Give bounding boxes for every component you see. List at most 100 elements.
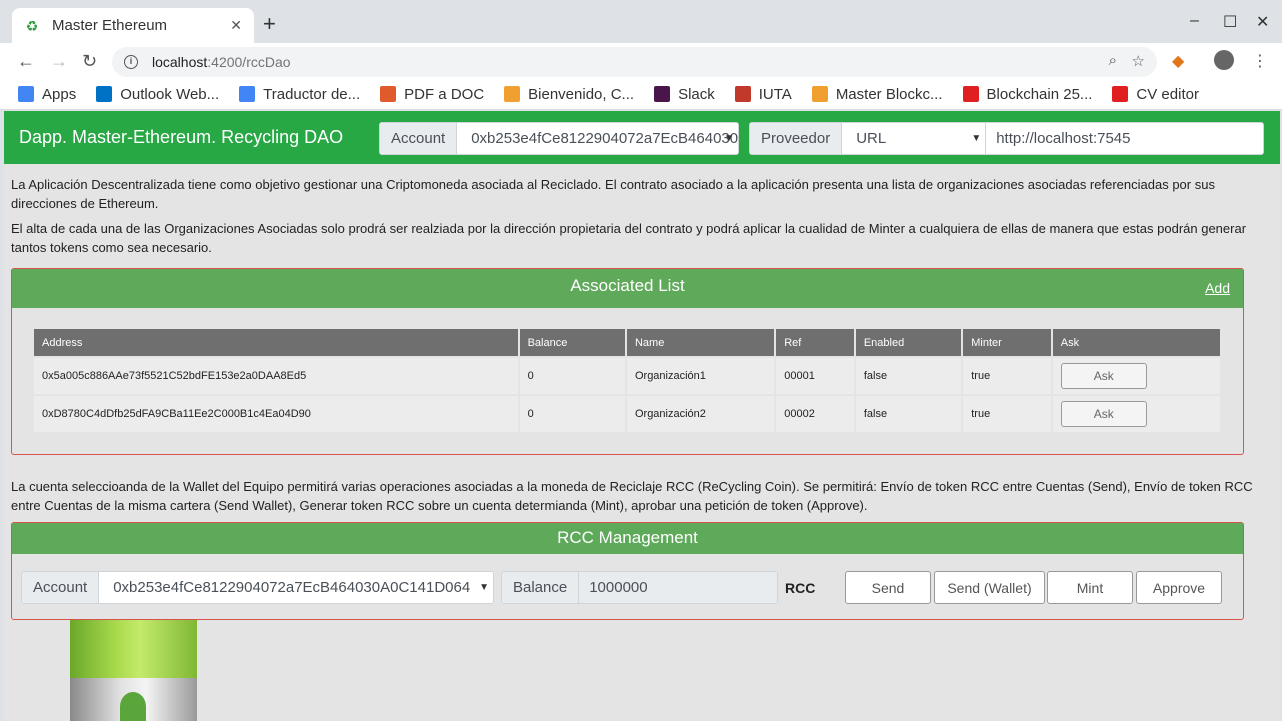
- provider-select[interactable]: URL ▼: [842, 123, 987, 154]
- cell-enabled: false: [855, 356, 962, 394]
- ask-button[interactable]: Ask: [1060, 401, 1147, 427]
- bookmark-icon: [504, 86, 521, 102]
- bookmark-label: IUTA: [758, 85, 792, 103]
- account-value: 0xb253e4fCe8122904072a7EcB464030A0C141D0…: [471, 130, 738, 147]
- metamask-icon[interactable]: ◆: [1172, 51, 1184, 71]
- chevron-down-icon: ▼: [724, 133, 734, 144]
- maximize-icon[interactable]: ☐: [1223, 12, 1237, 32]
- rcc-account-value: 0xb253e4fCe8122904072a7EcB464030A0C141D0…: [113, 579, 471, 596]
- minimize-icon[interactable]: –: [1190, 12, 1199, 30]
- provider-label: Proveedor: [750, 123, 843, 154]
- app-title: Dapp. Master-Ethereum. Recycling DAO: [19, 127, 344, 147]
- cell-balance: 0: [519, 356, 625, 394]
- cell-name: Organización2: [626, 394, 775, 432]
- bookmark-icon: [654, 86, 671, 102]
- provider-url-input[interactable]: http://localhost:7545: [986, 123, 1263, 154]
- bookmark-item[interactable]: Blockchain 25...: [962, 85, 1093, 103]
- bookmark-icon: [1112, 86, 1129, 102]
- bookmark-label: CV editor: [1136, 85, 1199, 103]
- bookmarks-bar: Apps Outlook Web... Traductor de... PDF a D…: [0, 79, 1282, 110]
- bookmark-icon: [18, 86, 34, 102]
- bookmark-label: Blockchain 25...: [986, 85, 1093, 103]
- browser-toolbar: ← → ↻ i localhost:4200/rccDao ⌕ ☆ ◆ ⋮: [0, 43, 1282, 79]
- info-icon[interactable]: i: [124, 55, 138, 69]
- provider-value: URL: [856, 130, 887, 147]
- rcc-account-select[interactable]: 0xb253e4fCe8122904072a7EcB464030A0C141D0…: [99, 572, 493, 603]
- bookmark-icon: [962, 86, 979, 102]
- bookmark-item[interactable]: Apps: [18, 86, 76, 103]
- rcc-balance-group: Balance 1000000: [501, 571, 778, 604]
- bookmark-item[interactable]: Outlook Web...: [96, 86, 219, 103]
- bookmark-label: Master Blockc...: [835, 85, 943, 103]
- cell-ask: Ask: [1052, 356, 1220, 394]
- chevron-down-icon: ▼: [971, 133, 982, 144]
- bookmark-icon: [734, 86, 751, 102]
- approve-button[interactable]: Approve: [1136, 571, 1222, 604]
- forward-icon[interactable]: →: [50, 51, 68, 71]
- bookmark-icon: [239, 86, 256, 102]
- column-header: Balance: [519, 329, 625, 356]
- table-row: 0xD8780C4dDfb25dFA9CBa11Ee2C000B1c4Ea04D…: [34, 394, 1220, 432]
- url-text: localhost:4200/rccDao: [152, 54, 291, 70]
- cell-minter: true: [963, 356, 1051, 394]
- column-header: Enabled: [855, 329, 962, 356]
- window-close-icon[interactable]: ✕: [1256, 12, 1269, 32]
- bookmark-item[interactable]: IUTA: [734, 85, 792, 103]
- ask-button[interactable]: Ask: [1060, 363, 1147, 389]
- column-header: Name: [626, 329, 775, 356]
- new-tab-icon[interactable]: +: [263, 12, 276, 36]
- bookmark-item[interactable]: CV editor: [1112, 86, 1199, 103]
- bookmark-label: Traductor de...: [263, 85, 361, 103]
- browser-tab-bar: ♻ Master Ethereum ✕ + – ☐ ✕: [0, 0, 1282, 43]
- cell-balance: 0: [519, 394, 625, 432]
- rcc-panel: RCC Management Account 0xb253e4fCe812290…: [11, 522, 1244, 620]
- app-header: Dapp. Master-Ethereum. Recycling DAO Acc…: [4, 111, 1280, 164]
- associated-header: Associated List Add: [12, 269, 1243, 308]
- column-header: Address: [34, 329, 518, 356]
- associated-panel: Associated List Add Address Balance Name Re…: [11, 268, 1244, 455]
- bookmark-item[interactable]: PDF a DOC: [380, 86, 484, 103]
- cell-address: 0xD8780C4dDfb25dFA9CBa11Ee2C000B1c4Ea04D…: [34, 394, 518, 432]
- cell-ref: 00001: [776, 356, 854, 394]
- rcc-account-group: Account 0xb253e4fCe8122904072a7EcB464030…: [21, 571, 494, 604]
- browser-tab[interactable]: ♻ Master Ethereum ✕: [12, 8, 254, 43]
- intro-paragraph-1: La Aplicación Descentralizada tiene como…: [11, 177, 1215, 211]
- star-icon[interactable]: ☆: [1132, 52, 1145, 70]
- cell-enabled: false: [855, 394, 962, 432]
- column-header: Ask: [1052, 329, 1220, 356]
- wallet-paragraph: La cuenta seleccioanda de la Wallet del …: [11, 479, 1253, 513]
- recycle-icon: ♻: [25, 17, 39, 34]
- table-row: 0x5a005c886AAe73f5521C52bdFE153e2a0DAA8E…: [34, 356, 1220, 394]
- mint-button[interactable]: Mint: [1047, 571, 1133, 604]
- page-content: Dapp. Master-Ethereum. Recycling DAO Acc…: [4, 111, 1280, 721]
- column-header: Ref: [776, 329, 854, 356]
- rcc-title: RCC Management: [557, 528, 698, 547]
- intro-paragraph-2: El alta de cada una de las Organizacione…: [11, 221, 1247, 255]
- reload-icon[interactable]: ↻: [82, 51, 97, 71]
- rcc-account-label: Account: [22, 572, 100, 603]
- bookmark-item[interactable]: Master Blockc...: [811, 85, 943, 103]
- send-wallet-button[interactable]: Send (Wallet): [934, 571, 1045, 604]
- avatar[interactable]: [1214, 50, 1234, 70]
- bookmark-label: PDF a DOC: [404, 85, 485, 103]
- back-icon[interactable]: ←: [17, 51, 35, 71]
- send-button[interactable]: Send: [845, 571, 931, 604]
- associated-table: Address Balance Name Ref Enabled Minter Ask 0x…: [32, 329, 1222, 432]
- provider-group: Proveedor URL ▼ http://localhost:7545: [749, 122, 1264, 155]
- zoom-icon[interactable]: ⌕: [1109, 52, 1117, 69]
- account-select[interactable]: 0xb253e4fCe8122904072a7EcB464030A0C141D0…: [457, 123, 738, 154]
- account-label: Account: [380, 123, 458, 154]
- leaf-icon: [120, 692, 146, 721]
- bookmark-item[interactable]: Traductor de...: [239, 86, 360, 103]
- bookmark-item[interactable]: Bienvenido, C...: [504, 86, 634, 103]
- close-icon[interactable]: ✕: [230, 17, 242, 34]
- bookmark-item[interactable]: Slack: [654, 86, 715, 103]
- rcc-unit: RCC: [785, 580, 816, 596]
- address-bar[interactable]: i localhost:4200/rccDao ⌕ ☆: [112, 47, 1157, 77]
- rcc-balance-label: Balance: [502, 572, 580, 603]
- cell-ask: Ask: [1052, 394, 1220, 432]
- cell-address: 0x5a005c886AAe73f5521C52bdFE153e2a0DAA8E…: [34, 356, 518, 394]
- rcc-balance-value: 1000000: [579, 572, 777, 603]
- add-link[interactable]: Add: [1205, 271, 1230, 305]
- menu-icon[interactable]: ⋮: [1252, 51, 1268, 71]
